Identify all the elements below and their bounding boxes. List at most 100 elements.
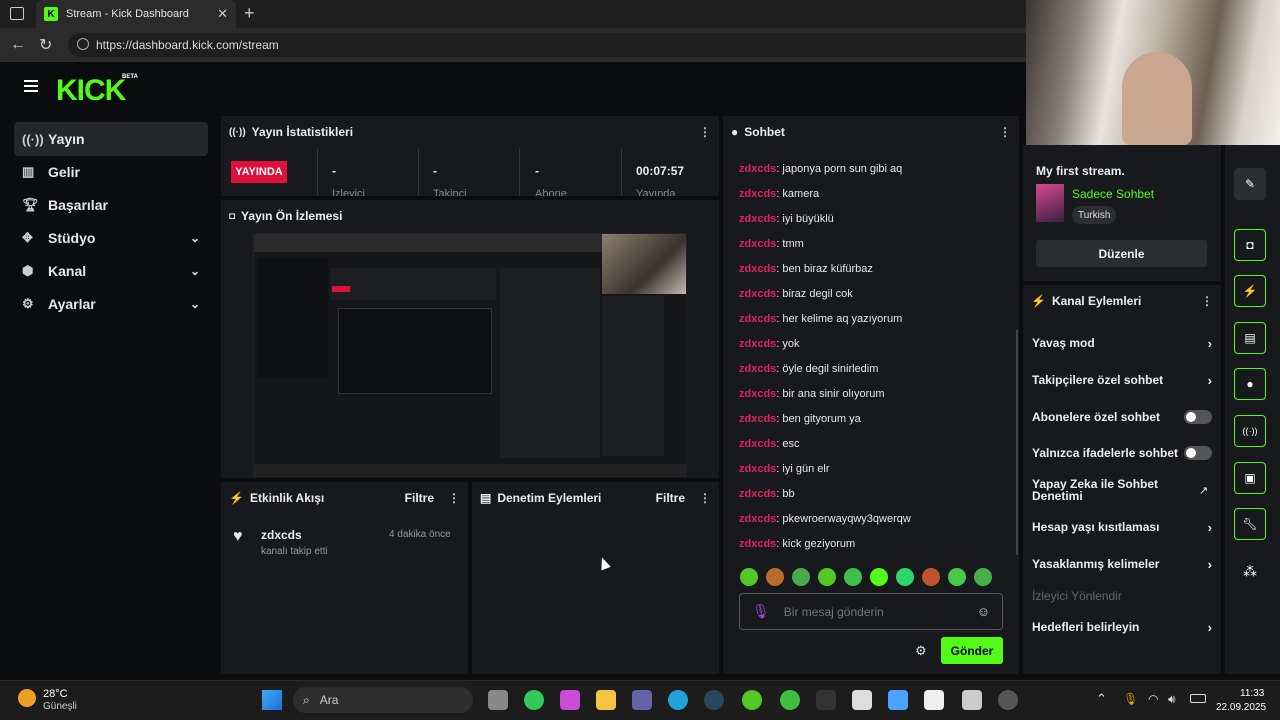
- activity-filter-button[interactable]: Filtre: [405, 491, 434, 505]
- more-options-icon[interactable]: ⋮: [699, 125, 711, 139]
- camera-icon[interactable]: ◘: [1234, 229, 1266, 261]
- action-ai-moderation[interactable]: Yapay Zeka ile Sohbet Denetimi: [1032, 478, 1182, 502]
- action-account-age[interactable]: Hesap yaşı kısıtlaması ›: [1032, 520, 1212, 535]
- battery-icon[interactable]: [1190, 694, 1206, 703]
- windows-start-icon[interactable]: [262, 690, 282, 710]
- pencil-icon[interactable]: ✎: [1234, 168, 1266, 200]
- stream-preview-video[interactable]: [253, 233, 687, 477]
- task-view-icon[interactable]: [488, 690, 508, 710]
- tab-list-icon[interactable]: [10, 7, 24, 20]
- tray-overflow-icon[interactable]: ⌃: [1096, 691, 1107, 707]
- new-tab-icon[interactable]: +: [244, 3, 255, 24]
- emote-icon[interactable]: [870, 568, 888, 586]
- chat-username[interactable]: zdxcds: [739, 238, 776, 250]
- video-icon[interactable]: ▣: [1234, 462, 1266, 494]
- sidebar-item-kanal[interactable]: ⬢ Kanal ⌄: [14, 254, 208, 288]
- lightning-icon[interactable]: ⚡: [1234, 275, 1266, 307]
- sidebar-item-studyo[interactable]: ✥ Stüdyo ⌄: [14, 221, 208, 255]
- chat-username[interactable]: zdxcds: [739, 513, 776, 525]
- chat-message-field[interactable]: [783, 604, 964, 619]
- url-field[interactable]: https://dashboard.kick.com/stream: [68, 33, 1048, 57]
- app-icon[interactable]: [924, 690, 944, 710]
- wifi-icon[interactable]: ◠: [1148, 692, 1158, 706]
- chat-input[interactable]: 🎙︎ ☺: [739, 593, 1003, 630]
- chat-username[interactable]: zdxcds: [739, 413, 776, 425]
- menu-icon[interactable]: [24, 80, 38, 92]
- chat-settings-icon[interactable]: ⚙: [915, 643, 927, 659]
- close-tab-icon[interactable]: ✕: [217, 6, 228, 22]
- broadcast-icon[interactable]: ((·)): [1234, 415, 1266, 447]
- emoji-icon[interactable]: ☺: [977, 604, 990, 619]
- chat-username[interactable]: zdxcds: [739, 188, 776, 200]
- clock-date[interactable]: 22.09.2025: [1216, 702, 1266, 713]
- chat-username[interactable]: zdxcds: [739, 338, 776, 350]
- more-options-icon[interactable]: ⋮: [1201, 294, 1213, 308]
- emote-icon[interactable]: [792, 568, 810, 586]
- share-icon[interactable]: ⁂: [1243, 563, 1257, 580]
- chat-username[interactable]: zdxcds: [739, 163, 776, 175]
- action-emotes-only[interactable]: Yalnızca ifadelerle sohbet: [1032, 446, 1212, 460]
- back-icon[interactable]: ←: [10, 36, 26, 54]
- chat-username[interactable]: zdxcds: [739, 263, 776, 275]
- action-slow-mode[interactable]: Yavaş mod ›: [1032, 336, 1212, 351]
- app-icon[interactable]: [524, 690, 544, 710]
- emote-icon[interactable]: [818, 568, 836, 586]
- copilot-icon[interactable]: [560, 690, 580, 710]
- edge-icon[interactable]: [668, 690, 688, 710]
- site-info-icon[interactable]: [77, 38, 89, 50]
- emote-icon[interactable]: [922, 568, 940, 586]
- action-subscribers-only[interactable]: Abonelere özel sohbet: [1032, 410, 1212, 424]
- emote-icon[interactable]: [896, 568, 914, 586]
- reload-icon[interactable]: ↻: [39, 35, 52, 55]
- moderation-filter-button[interactable]: Filtre: [656, 491, 685, 505]
- more-options-icon[interactable]: ⋮: [999, 125, 1011, 139]
- xbox-icon[interactable]: [780, 690, 800, 710]
- event-user[interactable]: zdxcds: [261, 528, 302, 542]
- chat-send-button[interactable]: Gönder: [941, 637, 1003, 664]
- chat-username[interactable]: zdxcds: [739, 463, 776, 475]
- steam-icon[interactable]: [704, 690, 724, 710]
- subscribers-only-toggle[interactable]: [1184, 410, 1212, 424]
- action-set-goals[interactable]: Hedefleri belirleyin ›: [1032, 620, 1212, 635]
- chat-scrollbar[interactable]: [1016, 330, 1018, 555]
- chat-username[interactable]: zdxcds: [739, 438, 776, 450]
- chat-username[interactable]: zdxcds: [739, 488, 776, 500]
- clock-time[interactable]: 11:33: [1240, 688, 1264, 699]
- browser-tab[interactable]: K Stream - Kick Dashboard ✕: [36, 0, 236, 28]
- category-link[interactable]: Sadece Sohbet: [1072, 187, 1154, 201]
- wrench-icon[interactable]: 🔧︎: [1234, 508, 1266, 540]
- teams-icon[interactable]: [632, 690, 652, 710]
- chat-bubble-icon[interactable]: ●: [1234, 368, 1266, 400]
- file-explorer-icon[interactable]: [596, 690, 616, 710]
- sidebar-item-basarilar[interactable]: 🏆︎ Başarılar: [14, 188, 208, 222]
- app-icon[interactable]: [742, 690, 762, 710]
- epic-games-icon[interactable]: [816, 690, 836, 710]
- edit-stream-button[interactable]: Düzenle: [1036, 240, 1207, 267]
- microphone-icon[interactable]: 🎙︎: [1123, 692, 1138, 706]
- weather-icon[interactable]: [18, 689, 36, 707]
- action-followers-only[interactable]: Takipçilere özel sohbet ›: [1032, 373, 1212, 388]
- emote-icon[interactable]: [948, 568, 966, 586]
- document-icon[interactable]: ▤: [1234, 322, 1266, 354]
- chat-username[interactable]: zdxcds: [739, 388, 776, 400]
- chat-username[interactable]: zdxcds: [739, 213, 776, 225]
- kick-logo[interactable]: KICK: [56, 74, 126, 108]
- obs-icon[interactable]: [998, 690, 1018, 710]
- chat-username[interactable]: zdxcds: [739, 288, 776, 300]
- emote-icon[interactable]: [974, 568, 992, 586]
- store-icon[interactable]: [888, 690, 908, 710]
- action-banned-words[interactable]: Yasaklanmış kelimeler ›: [1032, 557, 1212, 572]
- chat-username[interactable]: zdxcds: [739, 363, 776, 375]
- taskbar-search[interactable]: ⌕ Ara: [293, 687, 473, 713]
- sidebar-item-yayin[interactable]: ((·)) Yayın: [14, 122, 208, 156]
- app-icon[interactable]: [852, 690, 872, 710]
- chat-username[interactable]: zdxcds: [739, 313, 776, 325]
- emotes-only-toggle[interactable]: [1184, 446, 1212, 460]
- more-options-icon[interactable]: ⋮: [448, 491, 460, 505]
- chat-username[interactable]: zdxcds: [739, 538, 776, 550]
- microphone-icon[interactable]: 🎙︎: [752, 603, 770, 620]
- sidebar-item-gelir[interactable]: ▥ Gelir: [14, 155, 208, 189]
- emote-icon[interactable]: [766, 568, 784, 586]
- app-icon[interactable]: [962, 690, 982, 710]
- more-options-icon[interactable]: ⋮: [699, 491, 711, 505]
